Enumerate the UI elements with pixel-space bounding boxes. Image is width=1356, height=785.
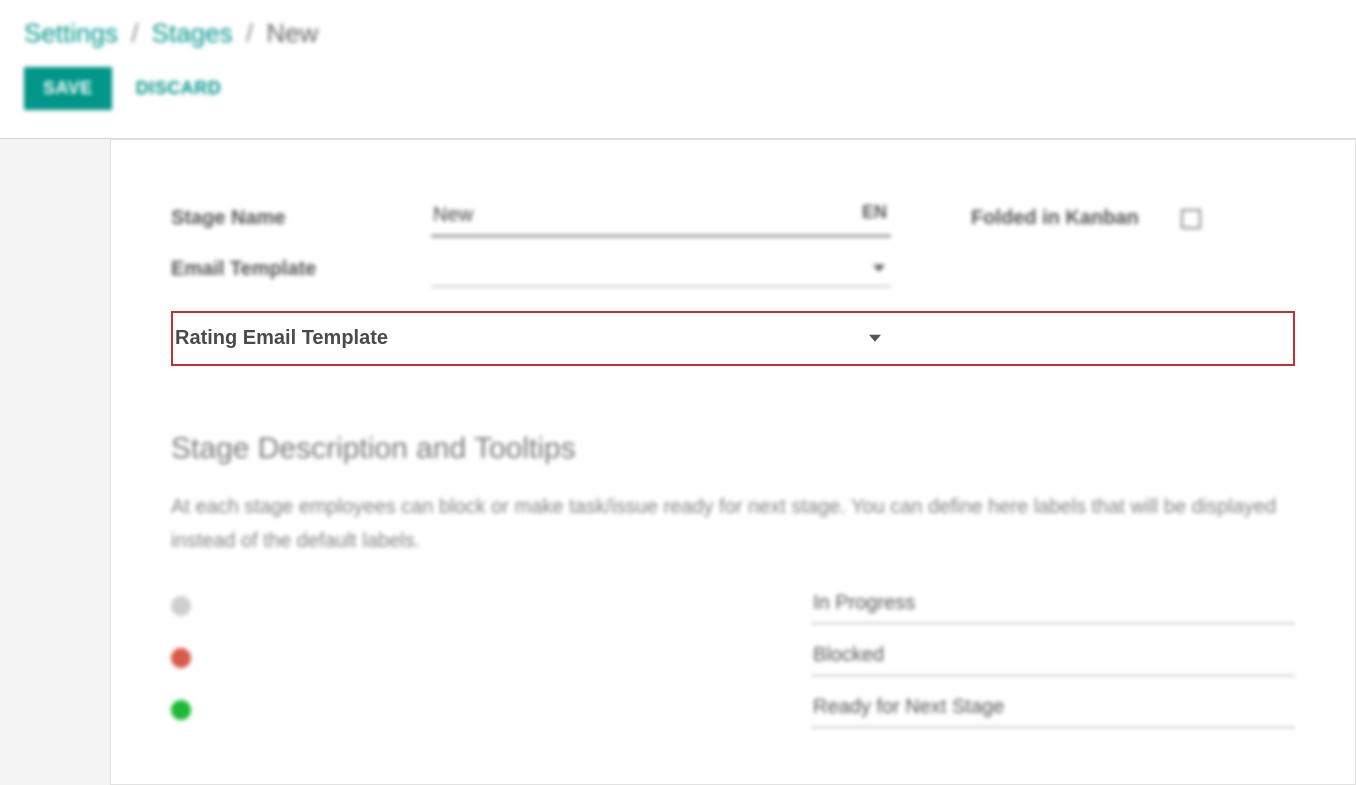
section-title: Stage Description and Tooltips: [171, 432, 1295, 466]
form-sheet: Stage Name EN Folded in Kanban Email Tem…: [110, 139, 1356, 785]
status-dot-green-icon: [171, 700, 191, 720]
stage-name-input[interactable]: [431, 200, 891, 237]
breadcrumb-root[interactable]: Settings: [24, 18, 118, 48]
save-button[interactable]: SAVE: [24, 67, 112, 110]
status-row-green: [171, 692, 1295, 728]
status-red-input[interactable]: [811, 640, 1295, 676]
breadcrumb-sep: /: [246, 18, 253, 48]
email-template-label: Email Template: [171, 258, 431, 281]
status-rows: [171, 588, 1295, 728]
rating-email-template-field: [433, 321, 887, 356]
status-dot-red-icon: [171, 648, 191, 668]
stage-name-label: Stage Name: [171, 207, 431, 230]
email-template-field: [431, 251, 891, 287]
breadcrumb-current: New: [266, 18, 318, 48]
breadcrumb-sep: /: [131, 18, 138, 48]
folded-checkbox[interactable]: [1181, 209, 1201, 229]
status-row-grey: [171, 588, 1295, 624]
email-template-input[interactable]: [431, 251, 891, 287]
rating-email-template-input[interactable]: [433, 321, 887, 356]
discard-button[interactable]: DISCARD: [136, 78, 222, 99]
status-dot-grey-icon: [171, 596, 191, 616]
lang-badge[interactable]: EN: [862, 202, 887, 223]
folded-label: Folded in Kanban: [891, 207, 1151, 230]
rating-email-template-row: Rating Email Template: [171, 311, 1295, 366]
section-description: At each stage employees can block or mak…: [171, 490, 1295, 558]
stage-name-field: EN: [431, 200, 891, 237]
action-bar: SAVE DISCARD: [24, 67, 1332, 110]
breadcrumb-stages[interactable]: Stages: [152, 18, 233, 48]
stage-description-section: Stage Description and Tooltips At each s…: [111, 372, 1355, 728]
rating-email-template-label: Rating Email Template: [173, 327, 433, 350]
status-green-input[interactable]: [811, 692, 1295, 728]
status-grey-input[interactable]: [811, 588, 1295, 624]
breadcrumb: Settings / Stages / New: [24, 18, 1332, 49]
header: Settings / Stages / New SAVE DISCARD: [0, 0, 1356, 120]
form-grid: Stage Name EN Folded in Kanban Email Tem…: [111, 200, 1355, 317]
status-row-red: [171, 640, 1295, 676]
